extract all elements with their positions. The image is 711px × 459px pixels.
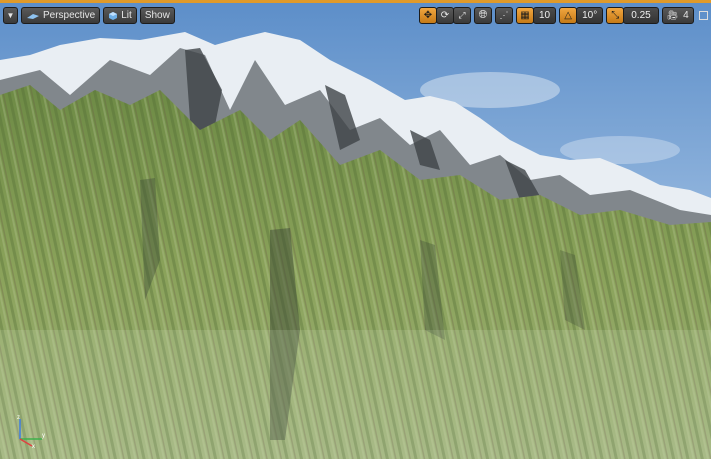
terrain-scene[interactable] bbox=[0, 0, 711, 459]
scale-snap-value[interactable]: 0.25 bbox=[623, 7, 659, 24]
transform-tools: ✥ ⟳ ⤢ bbox=[419, 7, 471, 24]
chevron-down-icon: ▼ bbox=[6, 11, 15, 20]
move-arrows-icon: ✥ bbox=[423, 10, 433, 21]
rotation-snap-value[interactable]: 10° bbox=[576, 7, 604, 24]
show-button[interactable]: Show bbox=[139, 7, 175, 24]
foreground-haze bbox=[0, 330, 711, 459]
lit-button[interactable]: Lit bbox=[103, 7, 137, 24]
coordinate-system-button[interactable]: 🌐︎ bbox=[474, 7, 492, 24]
svg-text:x: x bbox=[32, 444, 35, 449]
globe-icon: 🌐︎ bbox=[478, 9, 488, 21]
scale-snap-value-text: 0.25 bbox=[631, 10, 651, 21]
grid-snap-value[interactable]: 10 bbox=[533, 7, 557, 24]
viewport-toolbar-left: ▼ Perspective Lit Show bbox=[3, 7, 175, 24]
lit-cube-icon bbox=[109, 11, 118, 20]
scale-tool-button[interactable]: ⤢ bbox=[453, 7, 471, 24]
perspective-icon bbox=[27, 13, 39, 19]
grid-snap-toggle[interactable]: ▦ bbox=[516, 7, 534, 24]
svg-text:z: z bbox=[17, 415, 20, 421]
lit-label: Lit bbox=[121, 10, 132, 21]
surface-snap-icon: ⋰ bbox=[499, 10, 509, 20]
viewport-options-button[interactable]: ▼ bbox=[3, 7, 18, 24]
axis-gizmo-icon: z y x bbox=[17, 415, 45, 449]
level-viewport[interactable]: ▼ Perspective Lit Show ✥ ⟳ ⤢ 🌐︎ ⋰ ▦ 10 △… bbox=[0, 0, 711, 459]
maximize-viewport-button[interactable] bbox=[698, 11, 708, 20]
rotate-icon: ⟳ bbox=[440, 10, 450, 21]
surface-snapping-button[interactable]: ⋰ bbox=[495, 7, 513, 24]
scale-snap-group: ⤡ 0.25 bbox=[606, 7, 659, 24]
camera-icon: 🎥︎ bbox=[666, 10, 679, 20]
camera-speed-value: 4 bbox=[683, 10, 689, 21]
rotation-snap-value-text: 10° bbox=[582, 10, 598, 21]
perspective-button[interactable]: Perspective bbox=[21, 7, 101, 24]
viewport-toolbar-right: ✥ ⟳ ⤢ 🌐︎ ⋰ ▦ 10 △ 10° ⤡ 0.25 🎥︎ 4 bbox=[419, 7, 708, 24]
svg-text:y: y bbox=[42, 433, 45, 439]
camera-speed-button[interactable]: 🎥︎ 4 bbox=[661, 7, 694, 24]
grid-snap-group: ▦ 10 bbox=[516, 7, 557, 24]
show-label: Show bbox=[144, 10, 170, 21]
perspective-label: Perspective bbox=[43, 10, 96, 21]
rotation-snap-group: △ 10° bbox=[559, 7, 604, 24]
scale-icon: ⤢ bbox=[458, 10, 466, 20]
viewport-top-border bbox=[0, 0, 711, 3]
scale-snap-icon: ⤡ bbox=[611, 10, 620, 21]
rotate-tool-button[interactable]: ⟳ bbox=[436, 7, 454, 24]
angle-icon: △ bbox=[564, 10, 572, 21]
grid-snap-value-text: 10 bbox=[539, 10, 551, 21]
grid-icon: ▦ bbox=[520, 10, 530, 21]
translate-tool-button[interactable]: ✥ bbox=[419, 7, 437, 24]
rotation-snap-toggle[interactable]: △ bbox=[559, 7, 578, 24]
scale-snap-toggle[interactable]: ⤡ bbox=[606, 7, 625, 24]
